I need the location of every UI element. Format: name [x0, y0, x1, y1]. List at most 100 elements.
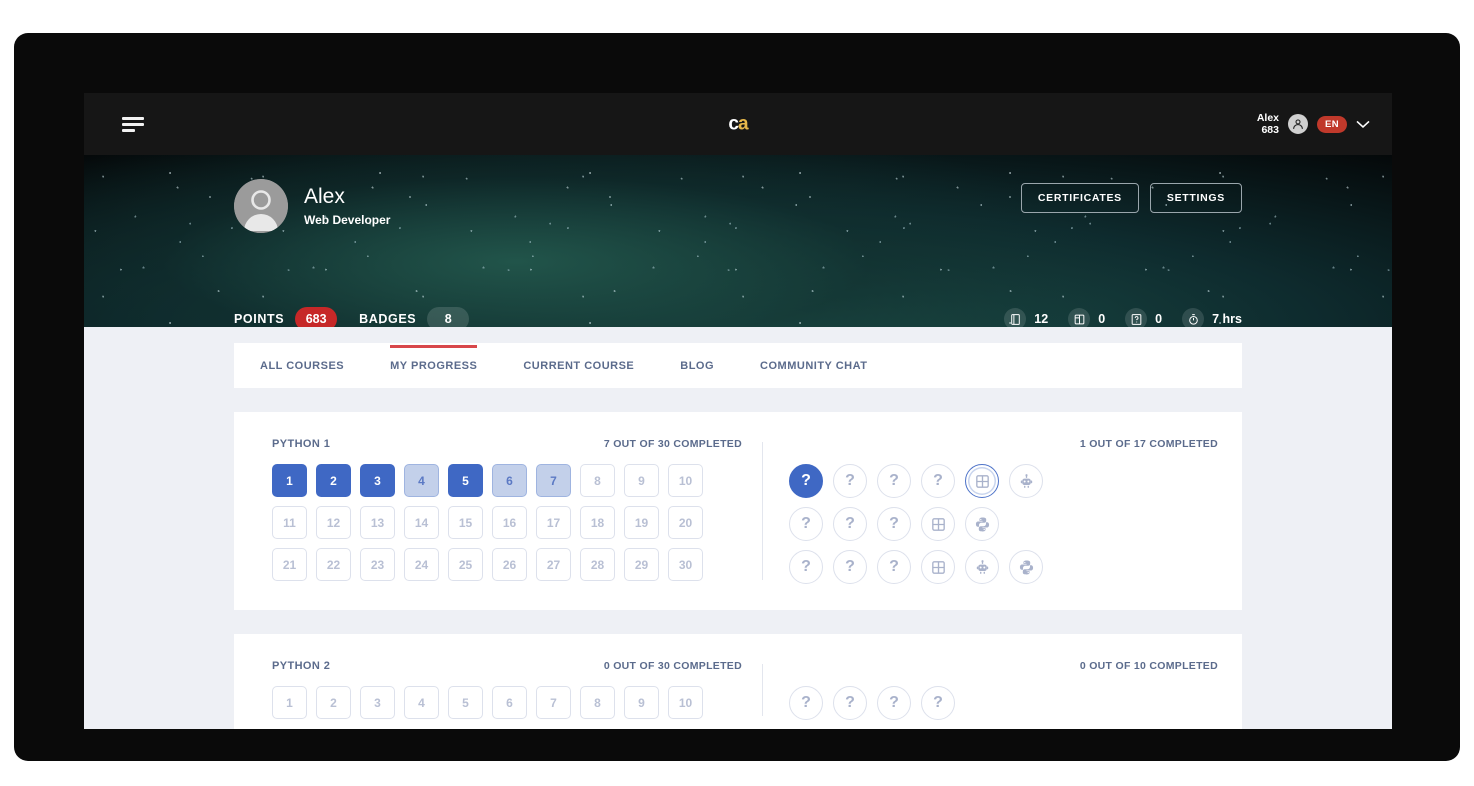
lesson-cell-3[interactable]: 3	[360, 686, 395, 719]
certificates-button[interactable]: CERTIFICATES	[1020, 183, 1139, 213]
lesson-cell-9[interactable]: 9	[624, 464, 659, 497]
lesson-cell-28[interactable]: 28	[580, 548, 615, 581]
question-icon[interactable]: ?	[789, 507, 823, 541]
tab-current-course[interactable]: CURRENT COURSE	[523, 345, 634, 387]
grid-icon[interactable]	[921, 550, 955, 584]
badges-progress-text: 1 OUT OF 17 COMPLETED	[1079, 438, 1218, 450]
course-title: PYTHON 2	[272, 660, 331, 672]
lesson-cell-4[interactable]: 4	[404, 686, 439, 719]
lesson-cell-10[interactable]: 10	[668, 464, 703, 497]
grid-icon[interactable]	[965, 464, 999, 498]
lesson-grid: 1 2 3 4 5 6 7 8 9 10 11 12 13 14 15 16 17 18 19 20 21 22 23 24 2…	[272, 464, 742, 581]
lesson-cell-13[interactable]: 13	[360, 506, 395, 539]
lesson-cell-10[interactable]: 10	[668, 686, 703, 719]
lesson-cell-15[interactable]: 15	[448, 506, 483, 539]
badge-row: ???	[789, 550, 1218, 584]
question-icon[interactable]: ?	[833, 507, 867, 541]
lesson-grid: 1 2 3 4 5 6 7 8 9 10	[272, 686, 742, 719]
lesson-cell-30[interactable]: 30	[668, 548, 703, 581]
lesson-cell-6[interactable]: 6	[492, 464, 527, 497]
lesson-cell-11[interactable]: 11	[272, 506, 307, 539]
tab-all-courses[interactable]: ALL COURSES	[260, 345, 344, 387]
lesson-cell-21[interactable]: 21	[272, 548, 307, 581]
lesson-cell-29[interactable]: 29	[624, 548, 659, 581]
top-navigation-bar: ca Alex 683 EN	[84, 93, 1392, 155]
grid-icon[interactable]	[921, 507, 955, 541]
brand-logo-a: a	[738, 113, 749, 135]
robot-icon[interactable]	[1009, 464, 1043, 498]
robot-icon[interactable]	[965, 550, 999, 584]
stat-lessons-value: 12	[1034, 312, 1049, 326]
question-icon[interactable]: ?	[877, 464, 911, 498]
hero-stats-row: POINTS 683 BADGES 8 12 0 0 7 hrs	[234, 307, 1242, 327]
lesson-cell-26[interactable]: 26	[492, 548, 527, 581]
brand-logo[interactable]: ca	[728, 113, 749, 135]
badge-grid: ??????????	[789, 464, 1218, 584]
settings-button[interactable]: SETTINGS	[1149, 183, 1242, 213]
brand-logo-c: c	[728, 113, 739, 135]
nav-user-summary[interactable]: Alex 683	[1257, 112, 1279, 136]
lesson-cell-24[interactable]: 24	[404, 548, 439, 581]
lesson-cell-12[interactable]: 12	[316, 506, 351, 539]
lesson-cell-14[interactable]: 14	[404, 506, 439, 539]
question-icon[interactable]: ?	[921, 464, 955, 498]
lesson-cell-25[interactable]: 25	[448, 548, 483, 581]
lesson-cell-27[interactable]: 27	[536, 548, 571, 581]
question-icon[interactable]: ?	[833, 686, 867, 720]
question-icon[interactable]: ?	[789, 686, 823, 720]
lesson-cell-9[interactable]: 9	[624, 686, 659, 719]
lesson-cell-5[interactable]: 5	[448, 686, 483, 719]
lesson-cell-3[interactable]: 3	[360, 464, 395, 497]
tab-community-chat[interactable]: COMMUNITY CHAT	[760, 345, 867, 387]
lesson-cell-1[interactable]: 1	[272, 686, 307, 719]
lesson-cell-8[interactable]: 8	[580, 686, 615, 719]
lesson-cell-7[interactable]: 7	[536, 464, 571, 497]
lessons-progress-text: 0 OUT OF 30 COMPLETED	[603, 660, 742, 672]
lesson-cell-16[interactable]: 16	[492, 506, 527, 539]
badges-panel-header: 1 OUT OF 17 COMPLETED	[789, 438, 1218, 450]
lesson-cell-1[interactable]: 1	[272, 464, 307, 497]
question-icon[interactable]: ?	[833, 464, 867, 498]
lesson-cell-2[interactable]: 2	[316, 686, 351, 719]
icon-stats-group: 12 0 0 7 hrs	[1004, 308, 1242, 327]
lessons-panel: PYTHON 1 7 OUT OF 30 COMPLETED 123456789…	[272, 438, 742, 584]
profile-hero-banner: Alex Web Developer CERTIFICATES SETTINGS…	[84, 155, 1392, 327]
lesson-cell-2[interactable]: 2	[316, 464, 351, 497]
lesson-cell-19[interactable]: 19	[624, 506, 659, 539]
lesson-cell-23[interactable]: 23	[360, 548, 395, 581]
lessons-panel-header: PYTHON 1 7 OUT OF 30 COMPLETED	[272, 438, 742, 450]
lesson-cell-7[interactable]: 7	[536, 686, 571, 719]
badge-row: ????	[789, 686, 1218, 720]
question-icon[interactable]: ?	[877, 507, 911, 541]
badges-progress-text: 0 OUT OF 10 COMPLETED	[1079, 660, 1218, 672]
lesson-cell-8[interactable]: 8	[580, 464, 615, 497]
hamburger-icon[interactable]	[122, 116, 146, 132]
nav-user-points: 683	[1261, 124, 1279, 136]
question-icon[interactable]: ?	[789, 550, 823, 584]
question-icon[interactable]: ?	[789, 464, 823, 498]
question-icon[interactable]: ?	[877, 686, 911, 720]
python-icon[interactable]	[965, 507, 999, 541]
profile-avatar-icon[interactable]	[234, 179, 288, 233]
chevron-down-icon[interactable]	[1356, 117, 1370, 131]
lesson-cell-20[interactable]: 20	[668, 506, 703, 539]
tab-my-progress[interactable]: MY PROGRESS	[390, 344, 478, 387]
lesson-cell-5[interactable]: 5	[448, 464, 483, 497]
device-frame: ca Alex 683 EN Alex Web Developer CERTIF…	[14, 33, 1460, 761]
question-icon[interactable]: ?	[921, 686, 955, 720]
question-icon[interactable]: ?	[877, 550, 911, 584]
language-badge[interactable]: EN	[1317, 115, 1347, 133]
lesson-cell-4[interactable]: 4	[404, 464, 439, 497]
lesson-cell-6[interactable]: 6	[492, 686, 527, 719]
lesson-cell-18[interactable]: 18	[580, 506, 615, 539]
course-title: PYTHON 1	[272, 438, 331, 450]
question-icon[interactable]: ?	[833, 550, 867, 584]
lesson-cell-17[interactable]: 17	[536, 506, 571, 539]
python-icon[interactable]	[1009, 550, 1043, 584]
user-avatar-icon[interactable]	[1288, 114, 1308, 134]
lessons-progress-text: 7 OUT OF 30 COMPLETED	[603, 438, 742, 450]
lesson-row: 11 12 13 14 15 16 17 18 19 20	[272, 506, 742, 539]
tab-blog[interactable]: BLOG	[680, 345, 714, 387]
lesson-cell-22[interactable]: 22	[316, 548, 351, 581]
stat-time-value: 7 hrs	[1212, 312, 1242, 326]
